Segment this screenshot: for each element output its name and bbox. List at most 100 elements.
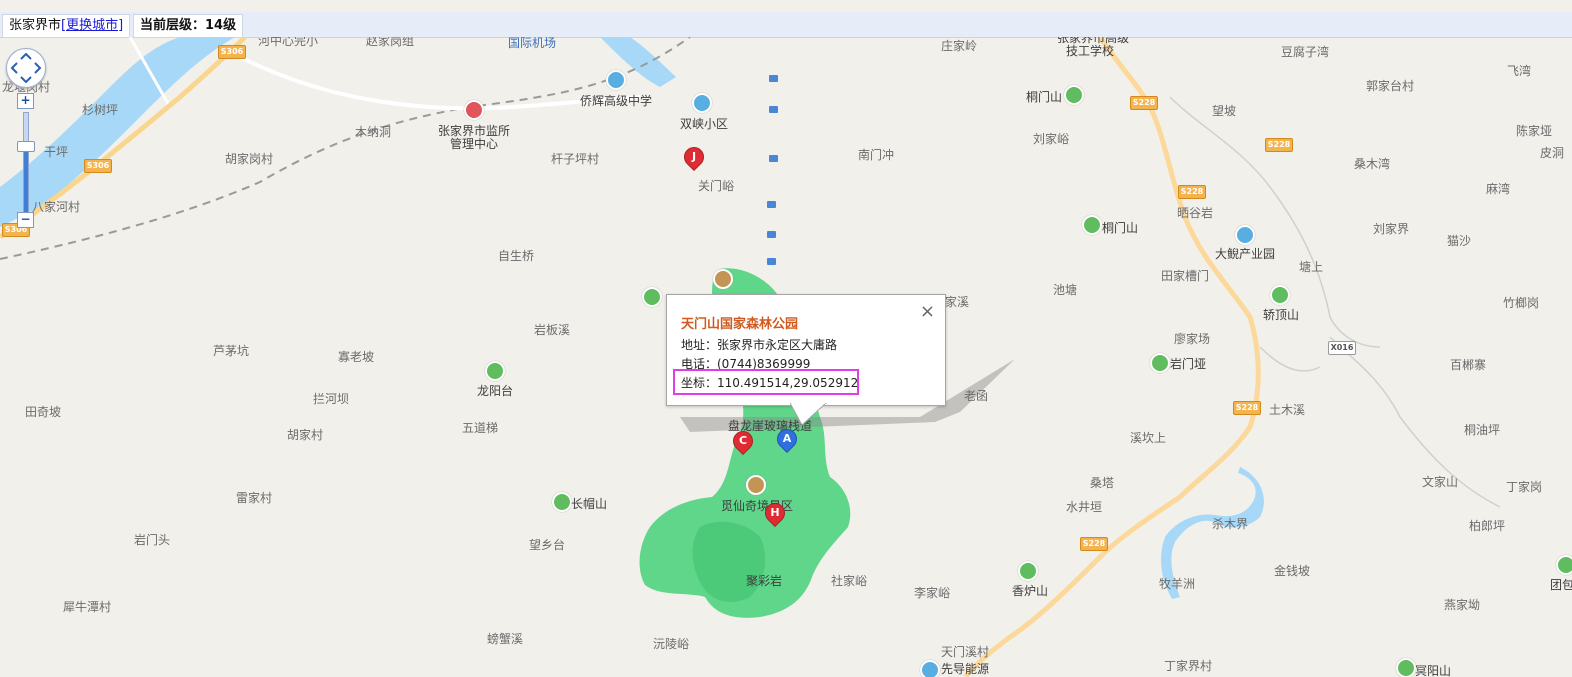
change-city-link[interactable]: [更换城市] xyxy=(61,18,123,33)
map-label: 桐门山 xyxy=(1026,90,1063,104)
industrial-icon[interactable] xyxy=(1235,225,1255,245)
map-label: 岩板溪 xyxy=(534,323,571,337)
city-name: 张家界市 xyxy=(9,18,62,33)
zoom-slider[interactable] xyxy=(23,112,29,218)
road-shield: S228 xyxy=(1265,138,1293,152)
map-label: 五道梯 xyxy=(462,421,499,435)
map-label: 廖家场 xyxy=(1174,332,1211,346)
stop-icon xyxy=(769,106,778,113)
map-label: 杉树坪 xyxy=(82,103,119,117)
map-label: 轿顶山 xyxy=(1263,308,1300,322)
map-label: 老函 xyxy=(964,389,989,403)
city-box: 张家界市[更换城市] xyxy=(2,14,131,38)
info-address: 地址：张家界市永定区大庸路 xyxy=(681,338,838,352)
school-icon[interactable] xyxy=(606,70,626,90)
map-label: 侨辉高级中学 xyxy=(580,94,653,108)
map-label: 金钱坡 xyxy=(1274,564,1311,578)
map-label: 长帽山 xyxy=(571,497,608,511)
map-label: 刘家界 xyxy=(1373,222,1410,236)
scenic-icon[interactable] xyxy=(713,269,733,289)
close-icon[interactable]: × xyxy=(920,301,935,322)
map-label: 自生桥 xyxy=(498,249,535,263)
map-label: 望坡 xyxy=(1212,104,1237,118)
mountain-icon[interactable] xyxy=(552,492,572,512)
map-label: 社家峪 xyxy=(831,574,868,588)
map-label: 龙阳台 xyxy=(477,384,514,398)
road-shield: S228 xyxy=(1080,537,1108,551)
road-shield: S228 xyxy=(1233,401,1261,415)
zoom-out-button[interactable]: − xyxy=(17,212,34,228)
map-label: 豆腐子湾 xyxy=(1281,45,1330,59)
map-label: 桑木湾 xyxy=(1354,157,1391,171)
government-icon[interactable] xyxy=(464,100,484,120)
map-label: 望乡台 xyxy=(529,538,566,552)
stop-icon xyxy=(767,231,776,238)
map-label: 胡家岗村 xyxy=(225,152,274,166)
map-label: 柏郎坪 xyxy=(1469,519,1506,533)
map-label: 郭家台村 xyxy=(1366,79,1415,93)
map-label: 李家峪 xyxy=(914,586,951,600)
zoom-in-button[interactable]: + xyxy=(17,93,34,109)
map-label: 螃蟹溪 xyxy=(487,632,524,646)
map-label: 关门峪 xyxy=(698,179,735,193)
map-label: 技工学校 xyxy=(1066,44,1115,58)
map-label: 燕家坳 xyxy=(1444,598,1481,612)
map-label: 雷家村 xyxy=(236,491,273,505)
map-label: 庄家岭 xyxy=(941,39,978,53)
map-label: 香炉山 xyxy=(1012,584,1049,598)
map-label: 水井垣 xyxy=(1066,500,1103,514)
zoom-slider-handle[interactable] xyxy=(17,141,35,152)
map-label: 溪坎上 xyxy=(1130,431,1167,445)
mountain-icon[interactable] xyxy=(642,287,662,307)
map-label: 干坪 xyxy=(44,145,69,159)
map-label: 河中心完小 xyxy=(258,37,319,48)
map-label: 丁家岗 xyxy=(1506,480,1543,494)
map-label: 寡老坡 xyxy=(338,350,375,364)
mountain-icon[interactable] xyxy=(1396,658,1416,677)
map-label: 晒谷岩 xyxy=(1177,206,1214,220)
map-label: 管理中心 xyxy=(450,137,499,151)
mountain-icon[interactable] xyxy=(485,361,505,381)
map-label: 双峡小区 xyxy=(680,117,729,131)
map-label: 桑塔 xyxy=(1090,476,1115,490)
map-label: 犀牛潭村 xyxy=(63,600,112,614)
scenic-icon[interactable] xyxy=(746,475,766,495)
mountain-icon[interactable] xyxy=(1082,215,1102,235)
map-label: 池塘 xyxy=(1053,283,1078,297)
map-label: 聚彩岩 xyxy=(746,574,783,588)
map-label: 田奇坡 xyxy=(25,405,62,419)
road-shield: X016 xyxy=(1328,341,1356,355)
road-shield: S228 xyxy=(1178,185,1206,199)
pan-control[interactable] xyxy=(6,48,46,88)
map-label: 百郴寨 xyxy=(1450,358,1487,372)
stop-icon xyxy=(767,258,776,265)
local-road-3 xyxy=(1259,346,1321,372)
map-label: 竹榔岗 xyxy=(1503,296,1540,310)
coords-highlight-box xyxy=(673,369,859,395)
map-label: 胡家村 xyxy=(287,428,324,442)
info-window-pointer xyxy=(790,403,827,426)
top-toolbar: 张家界市[更换城市] 当前层级：14级 xyxy=(0,12,1572,38)
map-label: 芦茅坑 xyxy=(213,344,250,358)
map-label: 桐门山 xyxy=(1102,221,1139,235)
mountain-icon[interactable] xyxy=(1150,353,1170,373)
map-label: 飞湾 xyxy=(1507,64,1532,78)
stop-icon xyxy=(769,155,778,162)
map-label: 拦河坝 xyxy=(313,392,350,406)
energy-icon[interactable] xyxy=(920,660,940,677)
map-label: 猫沙 xyxy=(1447,234,1472,248)
map-label: 沅陵峪 xyxy=(653,637,690,651)
mountain-icon[interactable] xyxy=(1018,561,1038,581)
map-label: 冥阳山 xyxy=(1415,664,1452,677)
map-label: 家溪 xyxy=(945,295,970,309)
map-label: 大鲵产业园 xyxy=(1215,247,1276,261)
road-shield: S306 xyxy=(84,159,112,173)
mountain-icon[interactable] xyxy=(1556,555,1572,575)
map-label: 团包 xyxy=(1550,578,1572,592)
map-label: 田家槽门 xyxy=(1161,269,1210,283)
mountain-icon[interactable] xyxy=(1270,285,1290,305)
map-label: 塘上 xyxy=(1299,260,1324,274)
map-label: 文家山 xyxy=(1422,475,1459,489)
residential-icon[interactable] xyxy=(692,93,712,113)
mountain-icon[interactable] xyxy=(1064,85,1084,105)
